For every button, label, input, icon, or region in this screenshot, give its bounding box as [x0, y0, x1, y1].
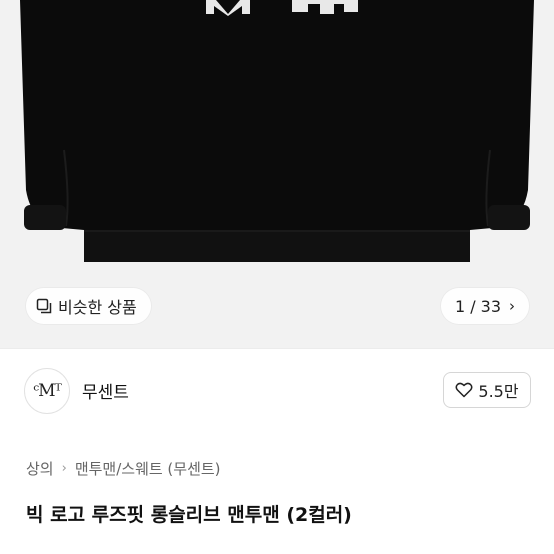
seller-row[interactable]: ᶜMᵀ 무센트 5.5만 — [0, 360, 554, 420]
breadcrumb-item-subcategory[interactable]: 맨투맨/스웨트 (무센트) — [75, 458, 221, 479]
breadcrumb: 상의 › 맨투맨/스웨트 (무센트) — [26, 458, 221, 479]
seller-logo[interactable]: ᶜMᵀ — [24, 368, 70, 414]
heart-icon — [455, 382, 473, 398]
chevron-right-icon: › — [509, 297, 516, 315]
seller-logo-text: ᶜMᵀ — [33, 381, 61, 401]
divider — [0, 348, 554, 349]
breadcrumb-item-category[interactable]: 상의 — [26, 458, 54, 479]
image-counter: 1 / 33 — [454, 296, 502, 316]
image-counter-button[interactable]: 1 / 33 › — [441, 288, 529, 324]
product-image-carousel[interactable]: 비슷한 상품 1 / 33 › — [0, 0, 554, 348]
product-title: 빅 로고 루즈핏 롱슬리브 맨투맨 (2컬러) — [26, 504, 352, 526]
like-count: 5.5만 — [478, 382, 519, 401]
like-button[interactable]: 5.5만 — [443, 372, 531, 408]
similar-products-button[interactable]: 비슷한 상품 — [26, 288, 151, 324]
copy-icon — [36, 298, 52, 314]
seller-name[interactable]: 무센트 — [82, 378, 129, 403]
chevron-right-icon: › — [61, 461, 67, 476]
similar-products-label: 비슷한 상품 — [58, 298, 137, 317]
